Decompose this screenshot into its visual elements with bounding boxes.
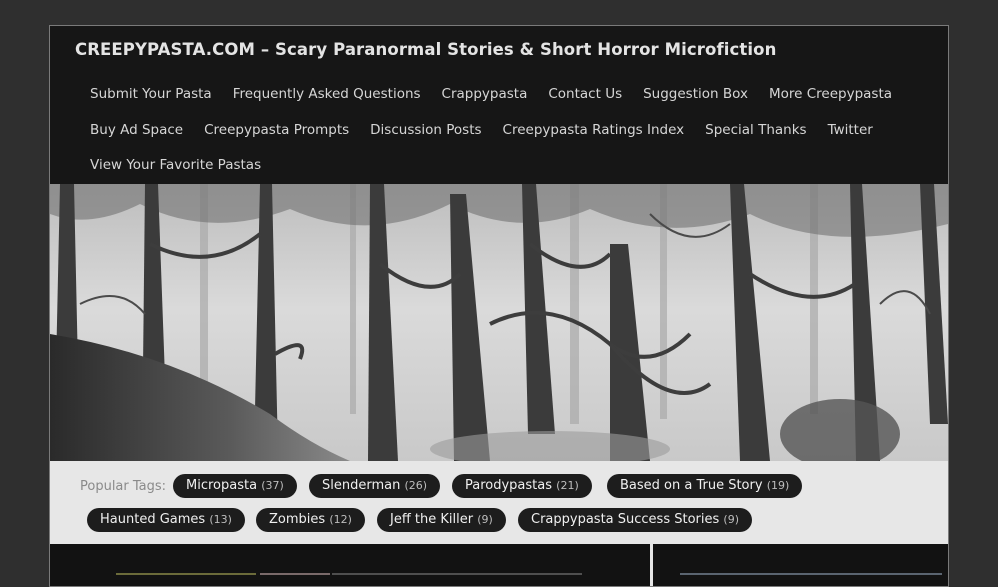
tag-count: (9) xyxy=(477,513,493,526)
tag-name: Zombies xyxy=(269,512,326,527)
nav-item-suggestion-box[interactable]: Suggestion Box xyxy=(643,86,748,102)
tag-slenderman[interactable]: Slenderman (26) xyxy=(309,474,441,498)
nav-item-faq[interactable]: Frequently Asked Questions xyxy=(233,86,421,102)
nav-row: Buy Ad Space Creepypasta Prompts Discussio… xyxy=(90,119,894,138)
nav-item-crappypasta[interactable]: Crappypasta xyxy=(442,86,528,102)
tag-parodypastas[interactable]: Parodypastas (21) xyxy=(452,474,592,498)
nav-item-special-thanks[interactable]: Special Thanks xyxy=(705,122,806,138)
popular-tags: Popular Tags: Micropasta (37) Slenderman… xyxy=(50,461,948,544)
tag-name: Jeff the Killer xyxy=(390,512,474,527)
nav-item-more-creepypasta[interactable]: More Creepypasta xyxy=(769,86,892,102)
tag-jeff-the-killer[interactable]: Jeff the Killer (9) xyxy=(377,508,506,532)
site-title[interactable]: CREEPYPASTA.COM – Scary Paranormal Stori… xyxy=(75,40,776,59)
tag-name: Crappypasta Success Stories xyxy=(531,512,720,527)
tag-based-on-true-story[interactable]: Based on a True Story (19) xyxy=(607,474,803,498)
tag-name: Micropasta xyxy=(186,478,258,493)
tag-haunted-games[interactable]: Haunted Games (13) xyxy=(87,508,245,532)
tag-micropasta[interactable]: Micropasta (37) xyxy=(173,474,297,498)
tag-count: (9) xyxy=(723,513,739,526)
nav-item-discussion-posts[interactable]: Discussion Posts xyxy=(370,122,481,138)
tag-count: (13) xyxy=(209,513,232,526)
nav-row: Submit Your Pasta Frequently Asked Questi… xyxy=(90,83,913,102)
nav-item-twitter[interactable]: Twitter xyxy=(828,122,873,138)
nav-item-submit-your-pasta[interactable]: Submit Your Pasta xyxy=(90,86,212,102)
content-area-top xyxy=(50,544,948,586)
tag-count: (19) xyxy=(766,479,790,492)
nav-item-contact-us[interactable]: Contact Us xyxy=(548,86,622,102)
tag-name: Slenderman xyxy=(322,478,401,493)
tag-count: (21) xyxy=(556,479,579,492)
misty-forest-image xyxy=(50,184,948,461)
site-container: CREEPYPASTA.COM – Scary Paranormal Stori… xyxy=(49,25,949,587)
tag-zombies[interactable]: Zombies (12) xyxy=(256,508,365,532)
nav-item-buy-ad-space[interactable]: Buy Ad Space xyxy=(90,122,183,138)
tag-count: (26) xyxy=(404,479,428,492)
misty-forest-banner xyxy=(50,184,948,461)
nav-item-ratings-index[interactable]: Creepypasta Ratings Index xyxy=(503,122,685,138)
column-divider xyxy=(650,544,653,586)
tag-name: Based on a True Story xyxy=(620,478,763,493)
tag-count: (12) xyxy=(329,513,352,526)
tag-crappypasta-success-stories[interactable]: Crappypasta Success Stories (9) xyxy=(518,508,752,532)
tag-count: (37) xyxy=(261,479,284,492)
tag-name: Haunted Games xyxy=(100,512,206,527)
nav-item-favorite-pastas[interactable]: View Your Favorite Pastas xyxy=(90,157,261,173)
nav-row: View Your Favorite Pastas xyxy=(90,154,282,173)
nav-item-creepypasta-prompts[interactable]: Creepypasta Prompts xyxy=(204,122,349,138)
tags-label: Popular Tags: xyxy=(80,479,167,494)
tag-name: Parodypastas xyxy=(465,478,553,493)
